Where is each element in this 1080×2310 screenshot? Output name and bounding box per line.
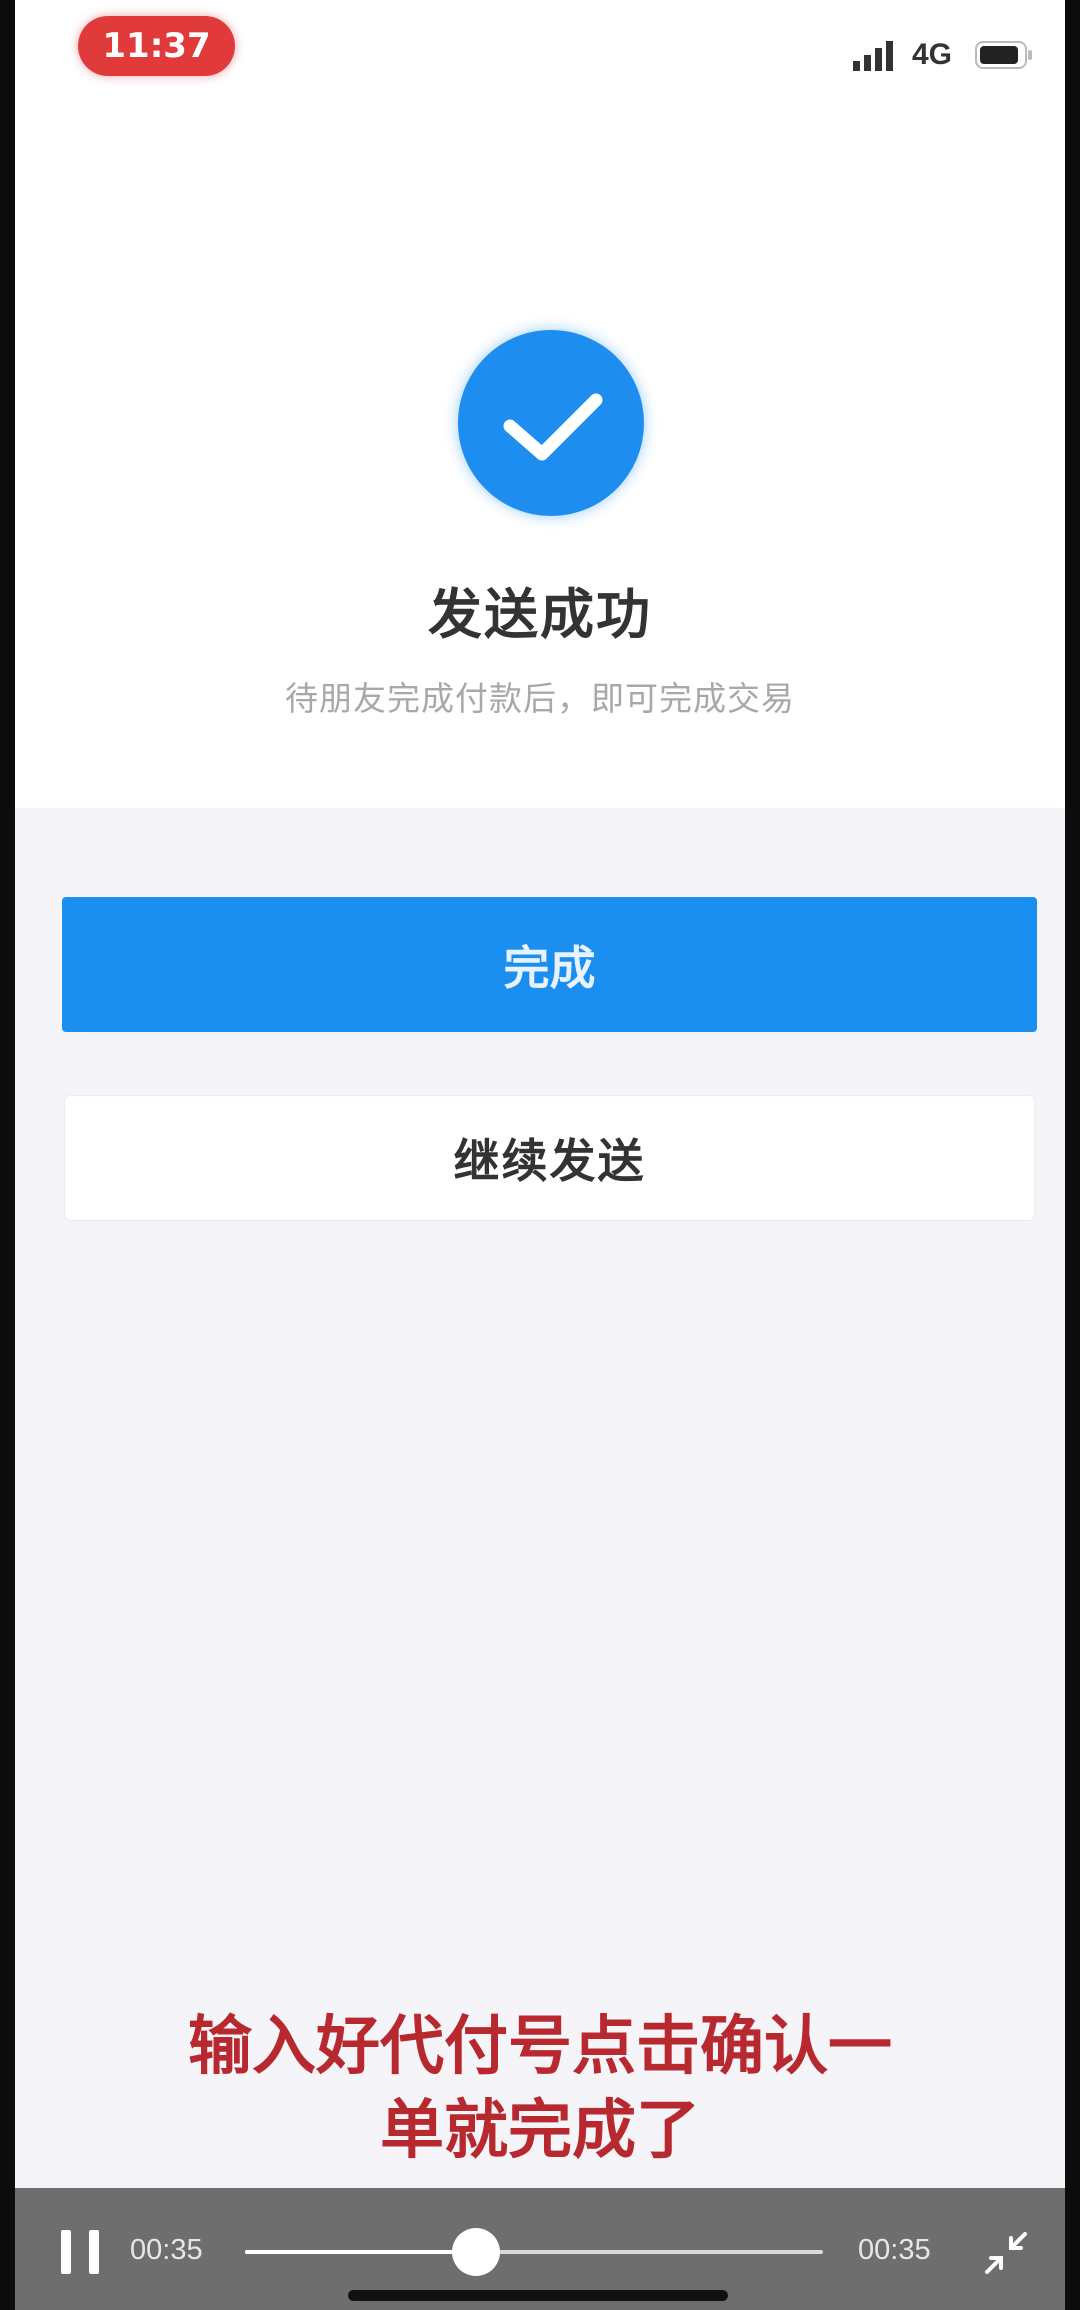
- result-title: 发送成功: [428, 583, 652, 646]
- total-time: 00:35: [858, 2234, 931, 2266]
- pause-icon[interactable]: [61, 2230, 101, 2274]
- current-time: 00:35: [130, 2234, 203, 2266]
- network-label: 4G: [912, 38, 953, 71]
- seek-progress: [245, 2250, 477, 2254]
- seek-bar[interactable]: [245, 2228, 823, 2276]
- home-indicator: [348, 2290, 728, 2301]
- video-caption: 输入好代付号点击确认一 单就完成了: [15, 2005, 1065, 2173]
- status-bar: 11:37 4G: [15, 0, 1065, 100]
- battery-icon: [975, 41, 1032, 69]
- continue-send-button[interactable]: 继续发送: [64, 1095, 1035, 1221]
- success-check-icon: [458, 330, 644, 516]
- caption-line-1: 输入好代付号点击确认一: [188, 2010, 892, 2084]
- done-button[interactable]: 完成: [62, 897, 1037, 1032]
- seek-thumb[interactable]: [452, 2228, 501, 2276]
- result-subtitle: 待朋友完成付款后，即可完成交易: [285, 679, 795, 718]
- app-screen: 11:37 4G 发送成功 待朋友完成付款后，即可完成交易 完成 继续发送 输入…: [15, 0, 1065, 2310]
- caption-line-2: 单就完成了: [380, 2094, 700, 2168]
- status-time: 11:37: [78, 16, 235, 76]
- signal-icon: [853, 41, 893, 71]
- collapse-icon[interactable]: [983, 2230, 1029, 2276]
